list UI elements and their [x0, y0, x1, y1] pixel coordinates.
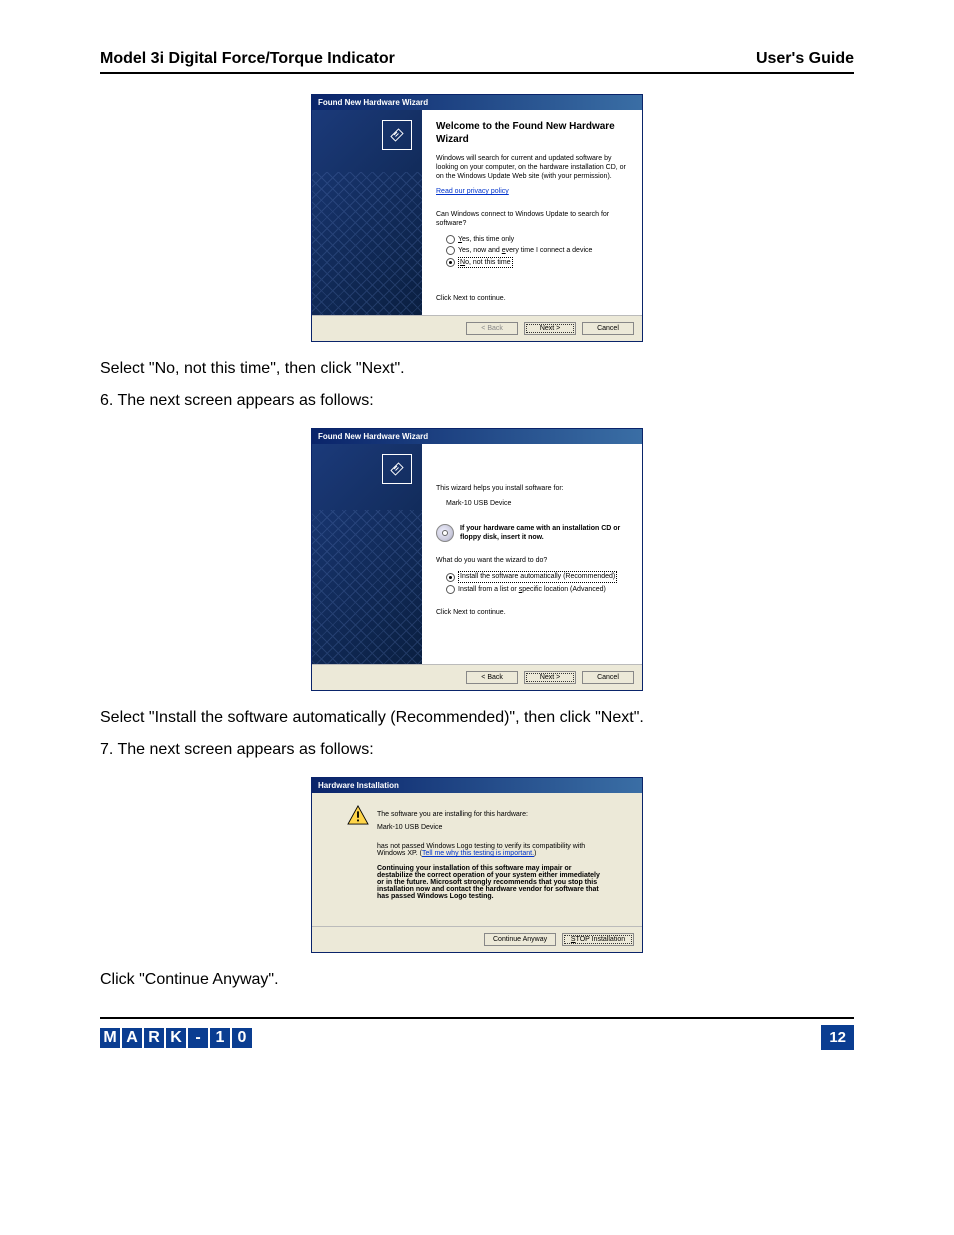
dialog-titlebar: Found New Hardware Wizard — [312, 95, 642, 110]
device-name: Mark-10 USB Device — [377, 824, 607, 831]
radio-icon — [446, 246, 455, 255]
instruction-text: 7. The next screen appears as follows: — [100, 741, 854, 759]
cd-hint-text: If your hardware came with an installati… — [460, 524, 628, 542]
warn-bold-para: Continuing your installation of this sof… — [377, 865, 607, 900]
cd-icon — [436, 524, 454, 542]
dialog-titlebar: Hardware Installation — [312, 778, 642, 793]
radio-icon — [446, 258, 455, 267]
dialog-hardware-wizard-1: Found New Hardware Wizard Welcome to the… — [311, 94, 643, 342]
dialog-intro-text: Windows will search for current and upda… — [436, 154, 628, 181]
hardware-icon — [382, 454, 412, 484]
radio-yes-always[interactable]: Yes, now and every time I connect a devi… — [446, 246, 628, 255]
dialog-next-prompt: Click Next to continue. — [436, 608, 628, 617]
radio-icon — [446, 585, 455, 594]
logo-char: 1 — [210, 1028, 230, 1048]
dialog-question: Can Windows connect to Windows Update to… — [436, 210, 628, 228]
continue-anyway-button[interactable]: Continue Anyway — [484, 933, 556, 946]
instruction-text: Select "No, not this time", then click "… — [100, 360, 854, 378]
instruction-text: Select "Install the software automatical… — [100, 709, 854, 727]
dialog-hardware-installation: Hardware Installation The software you a… — [311, 777, 643, 953]
header-right: User's Guide — [756, 50, 854, 68]
dialog-next-prompt: Click Next to continue. — [436, 294, 628, 303]
next-button[interactable]: Next > — [524, 322, 576, 335]
instruction-text: 6. The next screen appears as follows: — [100, 392, 854, 410]
instruction-text: Click "Continue Anyway". — [100, 971, 854, 989]
dialog-intro-text: This wizard helps you install software f… — [436, 484, 628, 493]
page-number: 12 — [821, 1025, 854, 1050]
radio-icon — [446, 573, 455, 582]
cancel-button[interactable]: Cancel — [582, 322, 634, 335]
dialog-hardware-wizard-2: Found New Hardware Wizard This wizard he… — [311, 428, 643, 691]
logo-char: M — [100, 1028, 120, 1048]
stop-installation-button[interactable]: STOP Installation — [562, 933, 634, 946]
back-button: < Back — [466, 322, 518, 335]
warning-icon — [347, 805, 369, 825]
logo-test-link[interactable]: Tell me why this testing is important. — [422, 850, 534, 857]
next-button[interactable]: Next > — [524, 671, 576, 684]
dialog-button-row: < Back Next > Cancel — [312, 315, 642, 341]
hardware-icon — [382, 120, 412, 150]
page-footer: M A R K - 1 0 12 — [100, 1017, 854, 1050]
dialog-sidebar-graphic — [312, 110, 422, 315]
back-button[interactable]: < Back — [466, 671, 518, 684]
radio-label: Install the software automatically (Reco… — [458, 571, 617, 582]
privacy-link[interactable]: Read our privacy policy — [436, 188, 509, 195]
cancel-button[interactable]: Cancel — [582, 671, 634, 684]
dialog-sidebar-graphic — [312, 444, 422, 664]
logo-char: K — [166, 1028, 186, 1048]
mark-10-logo: M A R K - 1 0 — [100, 1028, 252, 1048]
radio-no[interactable]: No, not this time — [446, 257, 628, 268]
logo-char: 0 — [232, 1028, 252, 1048]
dialog-button-row: < Back Next > Cancel — [312, 664, 642, 690]
dialog-question: What do you want the wizard to do? — [436, 556, 628, 565]
cd-hint-row: If your hardware came with an installati… — [436, 524, 628, 542]
dialog-titlebar: Found New Hardware Wizard — [312, 429, 642, 444]
dialog-button-row: Continue Anyway STOP Installation — [312, 926, 642, 952]
radio-icon — [446, 235, 455, 244]
device-name: Mark-10 USB Device — [446, 499, 628, 508]
logo-char: - — [188, 1028, 208, 1048]
page-header: Model 3i Digital Force/Torque Indicator … — [100, 50, 854, 74]
logo-char: R — [144, 1028, 164, 1048]
radio-yes-once[interactable]: Yes, this time only — [446, 235, 628, 244]
radio-specific-location[interactable]: Install from a list or specific location… — [446, 585, 628, 594]
logo-char: A — [122, 1028, 142, 1048]
warn-line1: The software you are installing for this… — [377, 811, 607, 818]
header-left: Model 3i Digital Force/Torque Indicator — [100, 50, 395, 68]
logo-test-line: has not passed Windows Logo testing to v… — [377, 843, 607, 857]
dialog-heading: Welcome to the Found New Hardware Wizard — [436, 120, 628, 146]
radio-auto-install[interactable]: Install the software automatically (Reco… — [446, 571, 628, 582]
